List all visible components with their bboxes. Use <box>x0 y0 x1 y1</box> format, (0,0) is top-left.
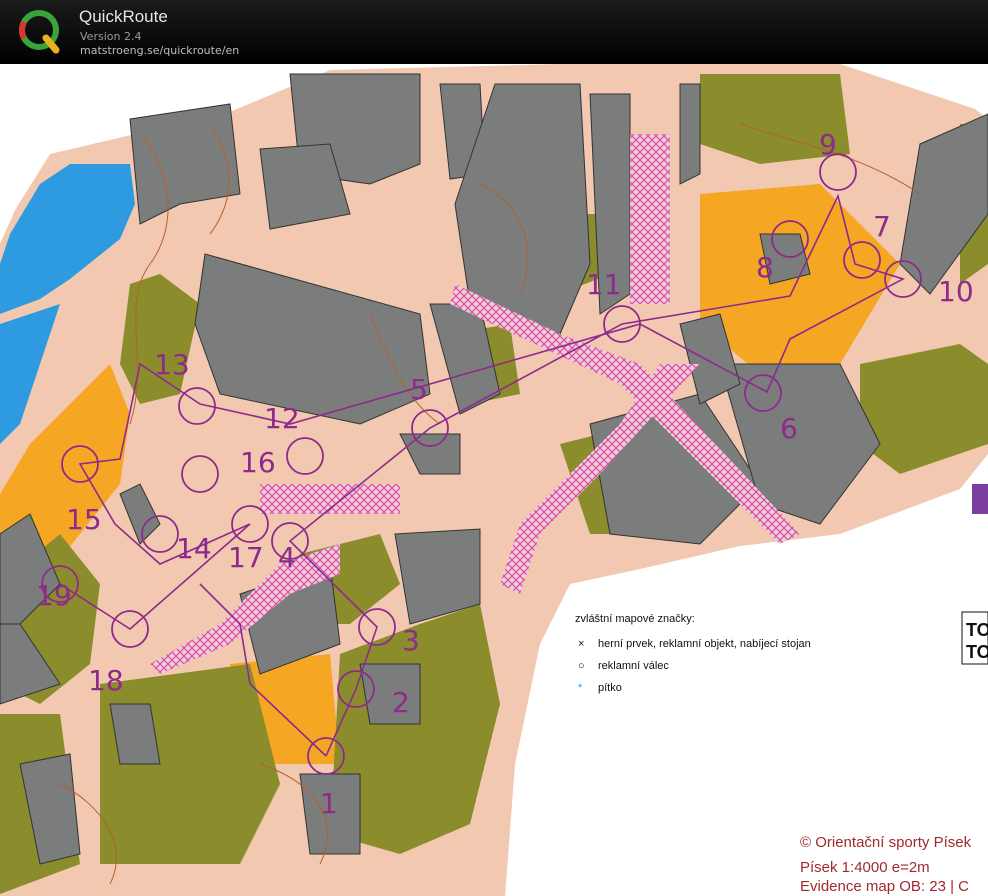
orienteering-map[interactable]: 1 2 3 4 5 6 7 8 9 10 11 12 13 14 15 16 1… <box>0 64 988 896</box>
control-number-12: 12 <box>264 402 300 435</box>
control-number-5: 5 <box>410 373 428 406</box>
control-number-8: 8 <box>756 251 774 284</box>
control-number-14: 14 <box>176 532 212 565</box>
control-number-11: 11 <box>586 268 622 301</box>
control-number-19: 19 <box>36 579 72 612</box>
legend-item-label: reklamní válec <box>598 660 669 672</box>
x-symbol-icon: × <box>578 638 585 650</box>
control-number-1: 1 <box>320 787 338 820</box>
map-canvas: 1 2 3 4 5 6 7 8 9 10 11 12 13 14 15 16 1… <box>0 64 988 896</box>
map-credit: © Orientační sporty Písek <box>800 834 972 851</box>
quickroute-logo-icon <box>19 10 60 54</box>
legend-item: × herní prvek, reklamní objekt, nabíjecí … <box>578 638 811 650</box>
control-number-6: 6 <box>780 412 798 445</box>
legend-title: zvláštní mapové značky: <box>575 613 695 625</box>
control-number-17: 17 <box>228 541 264 574</box>
legend-item-label: pítko <box>598 682 622 694</box>
control-number-13: 13 <box>154 348 190 381</box>
svg-text:TO: TO <box>966 620 988 640</box>
control-number-16: 16 <box>240 446 276 479</box>
app-url[interactable]: matstroeng.se/quickroute/en <box>80 44 239 57</box>
control-number-9: 9 <box>819 128 837 161</box>
partial-logo-purple <box>972 484 988 514</box>
control-number-10: 10 <box>938 275 974 308</box>
svg-text:TO: TO <box>966 642 988 662</box>
app-version: Version 2.4 <box>80 30 142 43</box>
map-registry: Evidence map OB: 23 | C <box>800 878 969 895</box>
control-number-18: 18 <box>88 664 124 697</box>
map-scale: Písek 1:4000 e=2m <box>800 859 930 876</box>
control-number-7: 7 <box>873 210 891 243</box>
control-number-2: 2 <box>392 686 410 719</box>
control-number-4: 4 <box>278 541 296 574</box>
star-symbol-icon: * <box>578 682 583 694</box>
app-title: QuickRoute <box>79 7 168 26</box>
legend-item: * pítko <box>578 682 622 694</box>
title-bar: QuickRoute Version 2.4 matstroeng.se/qui… <box>0 0 988 64</box>
control-number-3: 3 <box>402 624 420 657</box>
control-number-15: 15 <box>66 503 102 536</box>
legend-item: ○ reklamní válec <box>578 660 669 672</box>
legend-item-label: herní prvek, reklamní objekt, nabíjecí s… <box>598 638 811 650</box>
circle-symbol-icon: ○ <box>578 660 585 672</box>
